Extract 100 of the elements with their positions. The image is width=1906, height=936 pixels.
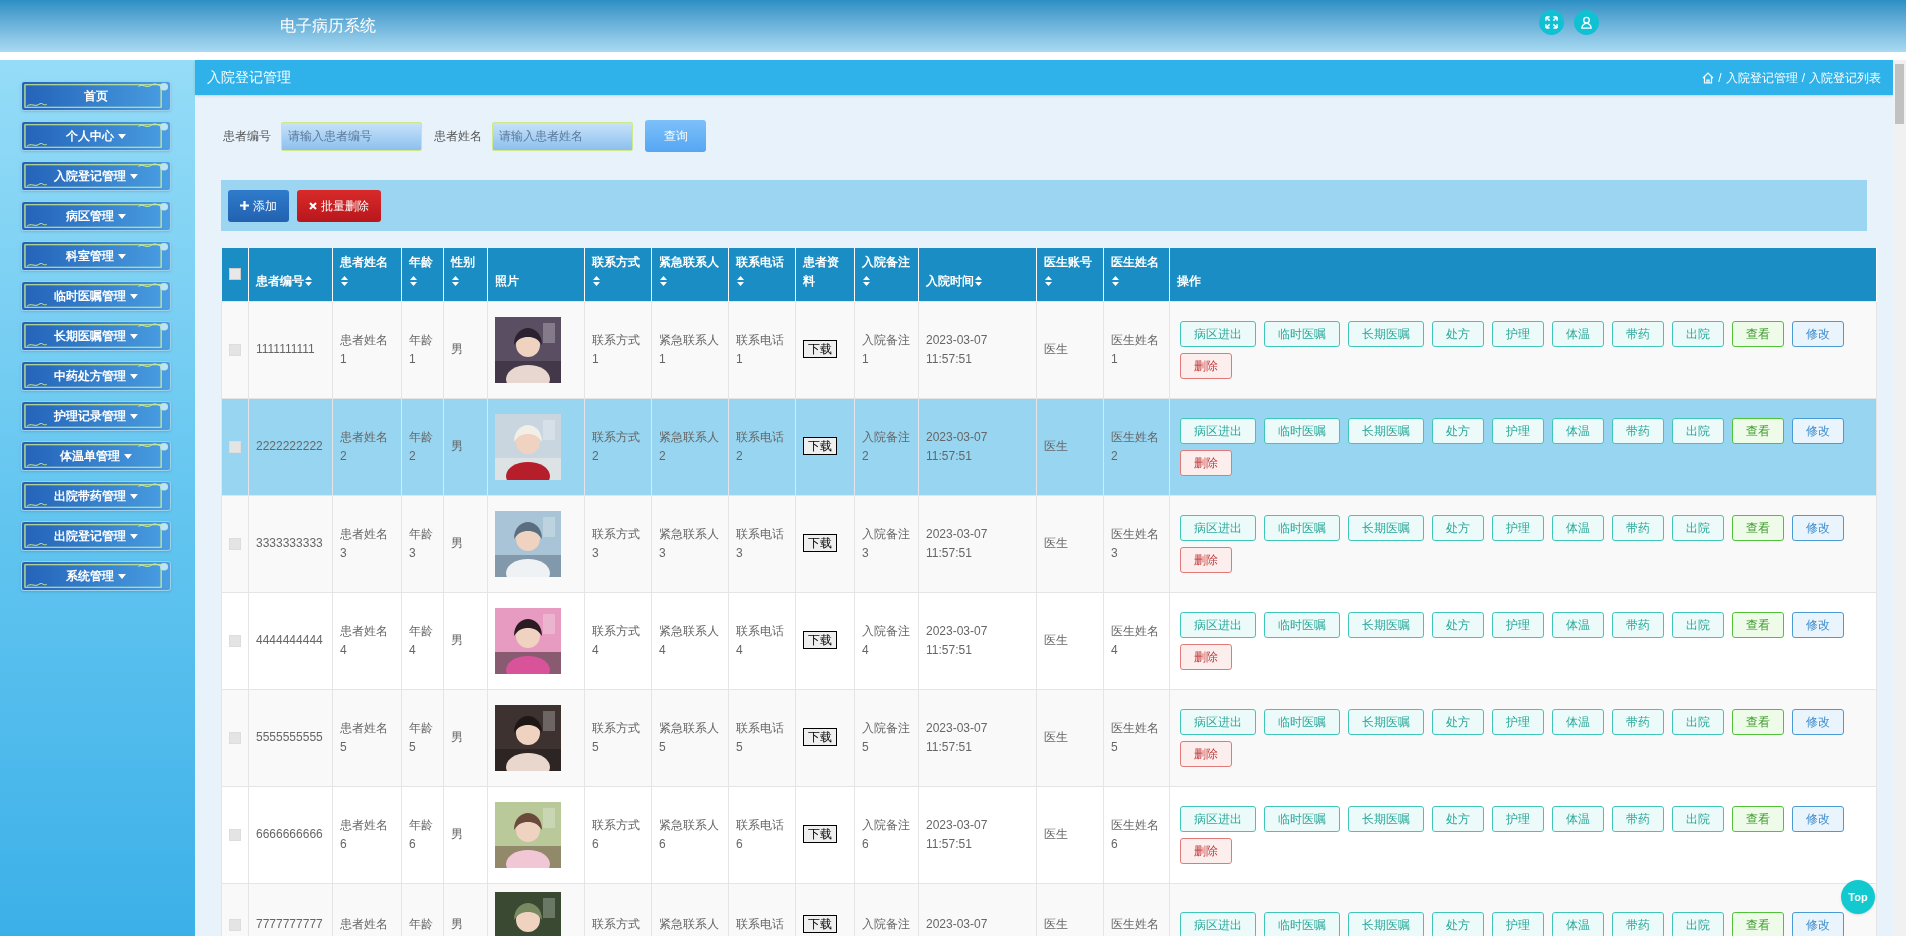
action-button[interactable]: 病区进出	[1180, 611, 1256, 638]
action-button[interactable]: 修改	[1792, 708, 1844, 735]
action-button[interactable]: 长期医嘱	[1348, 611, 1424, 638]
action-button[interactable]: 病区进出	[1180, 514, 1256, 541]
action-button[interactable]: 临时医嘱	[1264, 320, 1340, 347]
action-button[interactable]: 长期医嘱	[1348, 911, 1424, 936]
sidebar-item[interactable]: 入院登记管理	[21, 161, 171, 191]
download-button[interactable]: 下载	[803, 340, 837, 358]
action-button[interactable]: 临时医嘱	[1264, 911, 1340, 936]
action-button[interactable]: 病区进出	[1180, 805, 1256, 832]
sidebar-item[interactable]: 个人中心	[21, 121, 171, 151]
table-row[interactable]: 5555555555 患者姓名5 年龄5 男 联系方式5 紧急联系人5 联系电话5 下载 入院备注5 2023-03-07 11:57:51 医生 医生姓名5 病区进出 临时医嘱 长期医嘱 处方 护理 体温 带药 出院 查看 修改 删除	[221, 689, 1877, 786]
action-button[interactable]: 处方	[1432, 417, 1484, 444]
column-header[interactable]: 入院时间	[926, 273, 982, 288]
column-header[interactable]: 联系方式	[592, 254, 640, 288]
row-checkbox[interactable]	[229, 731, 241, 744]
action-button[interactable]: 删除	[1180, 643, 1232, 670]
action-button[interactable]: 出院	[1672, 514, 1724, 541]
sidebar-item[interactable]: 出院带药管理	[21, 481, 171, 511]
action-button[interactable]: 临时医嘱	[1264, 708, 1340, 735]
action-button[interactable]: 护理	[1492, 611, 1544, 638]
action-button[interactable]: 带药	[1612, 514, 1664, 541]
action-button[interactable]: 临时医嘱	[1264, 611, 1340, 638]
column-header[interactable]: 入院备注	[862, 254, 910, 288]
sidebar-item[interactable]: 科室管理	[21, 241, 171, 271]
batch-delete-button[interactable]: 批量删除	[297, 189, 381, 222]
action-button[interactable]: 删除	[1180, 546, 1232, 573]
scrollbar[interactable]	[1893, 60, 1906, 936]
breadcrumb-item[interactable]: 入院登记列表	[1809, 68, 1881, 87]
action-button[interactable]: 长期医嘱	[1348, 708, 1424, 735]
download-button[interactable]: 下载	[803, 915, 837, 933]
action-button[interactable]: 体温	[1552, 911, 1604, 936]
action-button[interactable]: 护理	[1492, 708, 1544, 735]
action-button[interactable]: 临时医嘱	[1264, 514, 1340, 541]
action-button[interactable]: 带药	[1612, 611, 1664, 638]
action-button[interactable]: 删除	[1180, 449, 1232, 476]
row-checkbox[interactable]	[229, 440, 241, 453]
search-field[interactable]: 请输入患者姓名	[492, 121, 633, 151]
action-button[interactable]: 出院	[1672, 805, 1724, 832]
action-button[interactable]: 出院	[1672, 911, 1724, 936]
action-button[interactable]: 临时医嘱	[1264, 417, 1340, 444]
action-button[interactable]: 病区进出	[1180, 417, 1256, 444]
action-button[interactable]: 病区进出	[1180, 708, 1256, 735]
action-button[interactable]: 体温	[1552, 417, 1604, 444]
action-button[interactable]: 体温	[1552, 320, 1604, 347]
column-header[interactable]: 患者姓名	[340, 254, 388, 288]
table-row[interactable]: 2222222222 患者姓名2 年龄2 男 联系方式2 紧急联系人2 联系电话2 下载 入院备注2 2023-03-07 11:57:51 医生 医生姓名2 病区进出 临时医嘱 长期医嘱 处方 护理 体温 带药 出院 查看 修改 删除	[221, 398, 1877, 495]
row-checkbox[interactable]	[229, 828, 241, 841]
sidebar-item[interactable]: 首页	[21, 81, 171, 111]
row-checkbox[interactable]	[229, 343, 241, 356]
action-button[interactable]: 病区进出	[1180, 320, 1256, 347]
action-button[interactable]: 查看	[1732, 805, 1784, 832]
row-checkbox[interactable]	[229, 634, 241, 647]
action-button[interactable]: 病区进出	[1180, 911, 1256, 936]
table-row[interactable]: 3333333333 患者姓名3 年龄3 男 联系方式3 紧急联系人3 联系电话3 下载 入院备注3 2023-03-07 11:57:51 医生 医生姓名3 病区进出 临时医嘱 长期医嘱 处方 护理 体温 带药 出院 查看 修改 删除	[221, 495, 1877, 592]
action-button[interactable]: 处方	[1432, 805, 1484, 832]
action-button[interactable]: 长期医嘱	[1348, 417, 1424, 444]
action-button[interactable]: 临时医嘱	[1264, 805, 1340, 832]
table-row[interactable]: 6666666666 患者姓名6 年龄6 男 联系方式6 紧急联系人6 联系电话6 下载 入院备注6 2023-03-07 11:57:51 医生 医生姓名6 病区进出 临时医嘱 长期医嘱 处方 护理 体温 带药 出院 查看 修改 删除	[221, 786, 1877, 883]
action-button[interactable]: 出院	[1672, 417, 1724, 444]
action-button[interactable]: 带药	[1612, 805, 1664, 832]
row-checkbox[interactable]	[229, 918, 241, 931]
action-button[interactable]: 修改	[1792, 320, 1844, 347]
action-button[interactable]: 体温	[1552, 611, 1604, 638]
action-button[interactable]: 体温	[1552, 514, 1604, 541]
column-header[interactable]: 年龄	[409, 254, 433, 288]
download-button[interactable]: 下载	[803, 825, 837, 843]
sidebar-item[interactable]: 中药处方管理	[21, 361, 171, 391]
action-button[interactable]: 处方	[1432, 611, 1484, 638]
sidebar-item[interactable]: 体温单管理	[21, 441, 171, 471]
action-button[interactable]: 护理	[1492, 320, 1544, 347]
action-button[interactable]: 删除	[1180, 837, 1232, 864]
action-button[interactable]: 查看	[1732, 514, 1784, 541]
action-button[interactable]: 护理	[1492, 417, 1544, 444]
download-button[interactable]: 下载	[803, 631, 837, 649]
sidebar-item[interactable]: 长期医嘱管理	[21, 321, 171, 351]
action-button[interactable]: 处方	[1432, 514, 1484, 541]
action-button[interactable]: 长期医嘱	[1348, 320, 1424, 347]
table-row[interactable]: 4444444444 患者姓名4 年龄4 男 联系方式4 紧急联系人4 联系电话4 下载 入院备注4 2023-03-07 11:57:51 医生 医生姓名4 病区进出 临时医嘱 长期医嘱 处方 护理 体温 带药 出院 查看 修改 删除	[221, 592, 1877, 689]
action-button[interactable]: 查看	[1732, 417, 1784, 444]
sidebar-item[interactable]: 病区管理	[21, 201, 171, 231]
download-button[interactable]: 下载	[803, 534, 837, 552]
action-button[interactable]: 出院	[1672, 708, 1724, 735]
action-button[interactable]: 修改	[1792, 417, 1844, 444]
action-button[interactable]: 护理	[1492, 805, 1544, 832]
action-button[interactable]: 出院	[1672, 611, 1724, 638]
action-button[interactable]: 体温	[1552, 708, 1604, 735]
action-button[interactable]: 带药	[1612, 320, 1664, 347]
action-button[interactable]: 体温	[1552, 805, 1604, 832]
action-button[interactable]: 查看	[1732, 320, 1784, 347]
action-button[interactable]: 带药	[1612, 708, 1664, 735]
download-button[interactable]: 下载	[803, 437, 837, 455]
action-button[interactable]: 查看	[1732, 911, 1784, 936]
table-row[interactable]: 1111111111 患者姓名1 年龄1 男 联系方式1 紧急联系人1 联系电话1 下载 入院备注1 2023-03-07 11:57:51 医生 医生姓名1 病区进出 临时医嘱 长期医嘱 处方 护理 体温 带药 出院 查看 修改 删除	[221, 301, 1877, 398]
action-button[interactable]: 处方	[1432, 911, 1484, 936]
breadcrumb-item[interactable]: 入院登记管理	[1725, 68, 1798, 87]
action-button[interactable]: 护理	[1492, 911, 1544, 936]
action-button[interactable]: 长期医嘱	[1348, 514, 1424, 541]
action-button[interactable]: 护理	[1492, 514, 1544, 541]
column-header[interactable]: 医生账号	[1044, 254, 1092, 288]
